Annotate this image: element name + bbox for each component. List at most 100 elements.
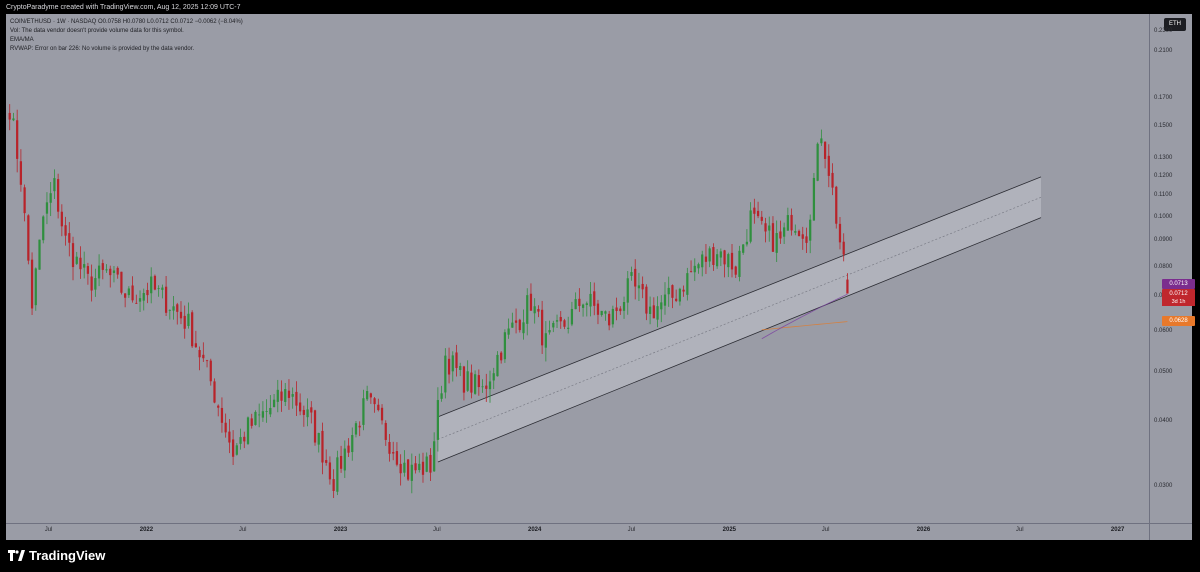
candle-body [466, 371, 469, 391]
candle-body [332, 479, 335, 491]
candle-body [418, 463, 421, 471]
candle-body [697, 264, 700, 269]
candle-body [310, 407, 313, 413]
candle-body [823, 141, 827, 159]
candle-body [641, 283, 644, 290]
candle-body [518, 319, 521, 331]
y-tick-label: 0.1500 [1154, 123, 1173, 130]
candle-body [764, 223, 767, 232]
candle-body [388, 441, 391, 454]
price-chart-svg[interactable] [6, 14, 1192, 540]
candle-body [451, 355, 454, 372]
candle-body [831, 172, 834, 188]
tradingview-snapshot: CryptoParadyme created with TradingView.… [0, 0, 1200, 572]
chart-pane[interactable]: COIN/ETHUSD · 1W · NASDAQ O0.0758 H0.078… [6, 14, 1195, 540]
candle-body [135, 302, 138, 304]
snapshot-caption: CryptoParadyme created with TradingView.… [6, 4, 241, 11]
candle-body [392, 452, 395, 454]
x-tick-label: 2022 [139, 527, 154, 533]
candle-body [179, 311, 183, 319]
candle-body [459, 366, 462, 371]
candle-body [481, 386, 484, 388]
x-tick-label: Jul [821, 527, 830, 533]
candle-body [265, 411, 268, 412]
candle-body [86, 266, 90, 274]
candle-body [27, 215, 30, 261]
x-tick-label: 2024 [527, 527, 542, 533]
x-tick-label: Jul [432, 527, 441, 533]
candle-body [675, 298, 678, 301]
candle-body [589, 293, 592, 307]
symbol-ohlc-legend[interactable]: COIN/ETHUSD · 1W · NASDAQ O0.0758 H0.078… [10, 19, 243, 25]
candle-body [373, 398, 376, 405]
candle-body [302, 409, 305, 415]
candle-body [209, 360, 212, 382]
candle-body [60, 211, 63, 227]
candle-body [626, 278, 629, 303]
y-tick-label: 0.1100 [1154, 192, 1172, 199]
candle-body [783, 227, 786, 237]
candle-body [358, 425, 361, 428]
candle-body [45, 202, 49, 214]
tradingview-brand[interactable]: TradingView [8, 548, 105, 563]
candle-body [421, 461, 425, 475]
candle-body [470, 372, 473, 393]
candle-body [243, 436, 246, 442]
y-tick-label: 0.0900 [1154, 237, 1173, 244]
candle-body [351, 435, 354, 453]
candle-body [809, 219, 812, 241]
candle-body [68, 233, 71, 243]
ema-ma-legend[interactable]: EMA/MA [10, 37, 34, 43]
candle-body [671, 285, 674, 298]
candle-body [768, 225, 771, 231]
candle-body [701, 254, 704, 268]
rvwap-legend[interactable]: RVWAP: Error on bar 226: No volume is pr… [10, 46, 194, 52]
candle-body [131, 285, 134, 301]
candle-body [183, 315, 186, 329]
y-tick-label: 0.1300 [1154, 155, 1173, 161]
candle-body [299, 402, 302, 412]
price-axis-divider [1149, 14, 1150, 540]
candle-body [596, 303, 600, 315]
candle-body [231, 439, 235, 457]
candle-body [127, 288, 130, 296]
volume-legend[interactable]: Vol: The data vendor doesn't provide vol… [10, 28, 184, 34]
candle-body [205, 360, 209, 362]
candle-body [570, 308, 574, 325]
y-tick-label: 0.2100 [1154, 47, 1173, 54]
candle-body [485, 385, 488, 389]
candle-body [64, 225, 67, 236]
candle-body [775, 233, 778, 253]
candle-body [533, 306, 536, 314]
candle-body [79, 257, 82, 270]
candle-body [667, 287, 670, 295]
candle-body [354, 423, 358, 435]
candle-body [738, 250, 741, 277]
candle-body [97, 265, 101, 279]
candle-body [224, 422, 227, 433]
candle-body [395, 451, 399, 465]
x-tick-label: 2026 [916, 527, 931, 533]
candle-body [436, 400, 439, 440]
candle-body [38, 239, 41, 270]
candle-body [220, 407, 224, 423]
candle-body [406, 459, 410, 480]
candle-body [254, 411, 257, 425]
candle-body [403, 462, 406, 473]
candle-body [272, 399, 276, 408]
candle-body [503, 332, 507, 360]
candle-body [42, 216, 45, 241]
candle-body [202, 354, 205, 359]
candle-body [660, 302, 663, 310]
candle-body [522, 322, 525, 334]
candle-body [745, 241, 749, 245]
candle-body [138, 298, 142, 302]
candle-body [816, 143, 819, 181]
candle-body [734, 266, 737, 275]
candle-body [228, 431, 231, 443]
candle-body [645, 286, 648, 314]
candle-body [742, 244, 745, 253]
candle-body [801, 234, 804, 239]
candle-body [164, 286, 168, 313]
bar-countdown-tag: 3d 1h [1162, 298, 1195, 306]
